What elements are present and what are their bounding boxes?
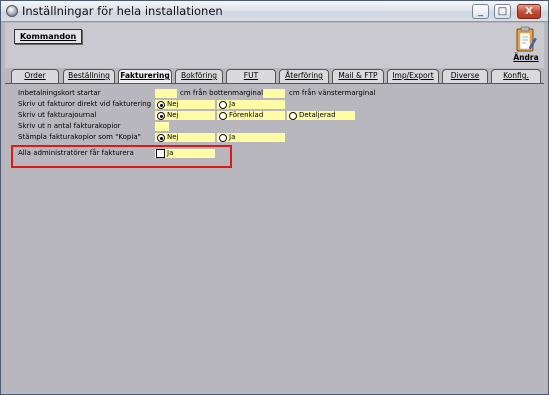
andra-label: Ändra xyxy=(513,53,539,62)
command-area: Kommandon Ändra xyxy=(5,23,544,68)
kommandon-button[interactable]: Kommandon xyxy=(14,29,82,44)
skriv-direkt-ja-radio[interactable]: Ja xyxy=(217,100,285,109)
journal-forenklad-radio[interactable]: Förenklad xyxy=(217,111,285,120)
tab-order[interactable]: Order xyxy=(11,69,59,83)
journal-nej-radio[interactable]: Nej xyxy=(155,111,215,120)
tab-aterforing[interactable]: Återföring xyxy=(279,69,329,83)
option-label: Ja xyxy=(229,100,236,108)
tab-bar: Order Beställning Fakturering Bokföring … xyxy=(7,69,544,84)
clipboard-edit-icon xyxy=(516,26,537,52)
option-label: Nej xyxy=(167,100,179,108)
andra-button[interactable]: Ändra xyxy=(513,26,539,64)
antal-kopior-input[interactable] xyxy=(155,122,169,131)
inbetalning-botten-input[interactable] xyxy=(155,89,177,98)
radio-icon xyxy=(219,134,227,142)
option-label: Ja xyxy=(229,133,236,141)
antal-kopior-label: Skriv ut n antal fakturakopior xyxy=(18,122,121,130)
highlight-box xyxy=(11,145,232,168)
tab-konfig[interactable]: Konfig. xyxy=(491,69,541,83)
app-icon xyxy=(6,5,18,17)
kopia-ja-radio[interactable]: Ja xyxy=(217,133,285,142)
settings-window: Inställningar för hela installationen _ … xyxy=(0,0,549,395)
radio-icon xyxy=(289,112,297,120)
journal-detaljerad-radio[interactable]: Detaljerad xyxy=(287,111,355,120)
window-title: Inställningar för hela installationen xyxy=(22,4,223,18)
maximize-button[interactable]: □ xyxy=(494,4,511,19)
tab-mail-ftp[interactable]: Mail & FTP xyxy=(332,69,384,83)
option-label: Förenklad xyxy=(229,111,264,119)
journal-label: Skriv ut fakturajournal xyxy=(18,111,97,119)
radio-icon xyxy=(219,112,227,120)
inbetalning-label: Inbetalningskort startar xyxy=(18,89,101,97)
tab-imp-export[interactable]: Imp/Export xyxy=(387,69,439,83)
tab-bestallning[interactable]: Beställning xyxy=(63,69,115,83)
kopia-nej-radio[interactable]: Nej xyxy=(155,133,215,142)
kopia-label: Stämpla fakturakopior som "Kopia" xyxy=(18,133,141,141)
radio-selected-icon xyxy=(157,112,165,120)
tab-fut[interactable]: FUT xyxy=(226,69,276,83)
tab-fakturering[interactable]: Fakturering xyxy=(118,69,172,84)
minimize-button[interactable]: _ xyxy=(472,4,489,19)
tab-bokforing[interactable]: Bokföring xyxy=(175,69,223,83)
close-button[interactable]: X xyxy=(517,4,541,19)
radio-icon xyxy=(219,101,227,109)
option-label: Nej xyxy=(167,111,179,119)
radio-selected-icon xyxy=(157,134,165,142)
tab-diverse[interactable]: Diverse xyxy=(442,69,488,83)
option-label: Nej xyxy=(167,133,179,141)
vanster-label: cm från vänstermarginal xyxy=(289,89,376,97)
radio-selected-icon xyxy=(157,101,165,109)
skriv-direkt-label: Skriv ut fakturor direkt vid fakturering xyxy=(18,100,152,108)
inbetalning-vanster-input[interactable] xyxy=(263,89,285,98)
option-label: Detaljerad xyxy=(299,111,336,119)
skriv-direkt-nej-radio[interactable]: Nej xyxy=(155,100,215,109)
botten-label: cm från bottenmarginal xyxy=(180,89,264,97)
title-bar[interactable]: Inställningar för hela installationen _ … xyxy=(1,1,548,22)
